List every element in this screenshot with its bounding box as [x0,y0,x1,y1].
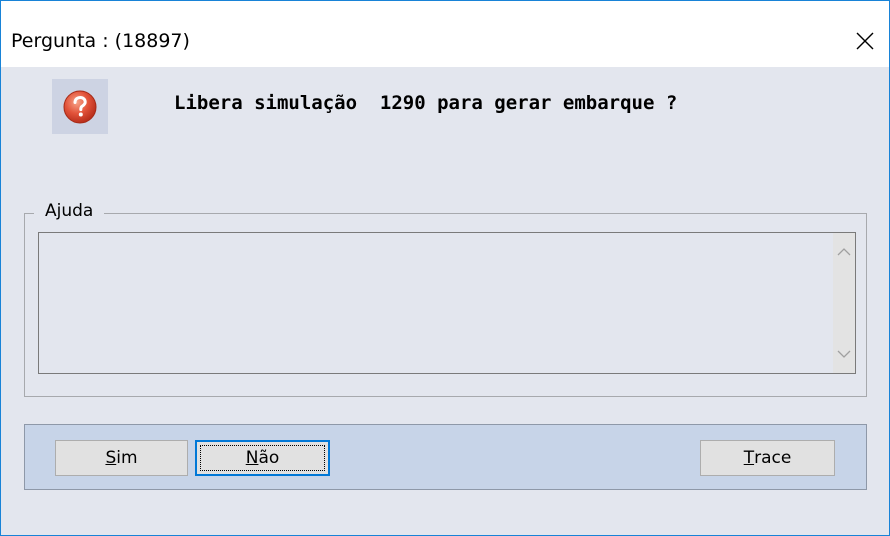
button-panel: Sim Não Trace [24,424,867,490]
dialog-client-area: Libera simulação 1290 para gerar embarqu… [1,67,889,535]
scroll-up-button[interactable] [833,241,855,263]
trace-label: race [754,448,792,468]
help-legend: Ajuda [34,201,105,221]
chevron-down-icon [837,350,851,358]
dialog-window: Pergunta : (18897) Libera simulação 1290… [0,0,890,536]
help-textbox[interactable] [38,232,856,374]
scroll-down-button[interactable] [833,343,855,365]
trace-button[interactable]: Trace [700,440,835,476]
window-title: Pergunta : (18897) [11,30,190,52]
sim-button[interactable]: Sim [55,440,188,476]
focus-ring [200,445,325,471]
help-text [39,233,833,373]
close-icon [856,32,874,50]
sim-label: im [116,448,138,468]
title-bar[interactable]: Pergunta : (18897) [1,1,889,67]
sim-accel: S [105,448,117,468]
chevron-up-icon [837,248,851,256]
help-scrollbar[interactable] [833,233,855,373]
question-text: Libera simulação 1290 para gerar embarqu… [174,92,678,114]
question-icon [63,90,97,123]
question-icon-frame [52,79,108,134]
trace-accel: T [743,448,755,468]
nao-button[interactable]: Não [195,440,330,476]
close-button[interactable] [841,17,889,65]
